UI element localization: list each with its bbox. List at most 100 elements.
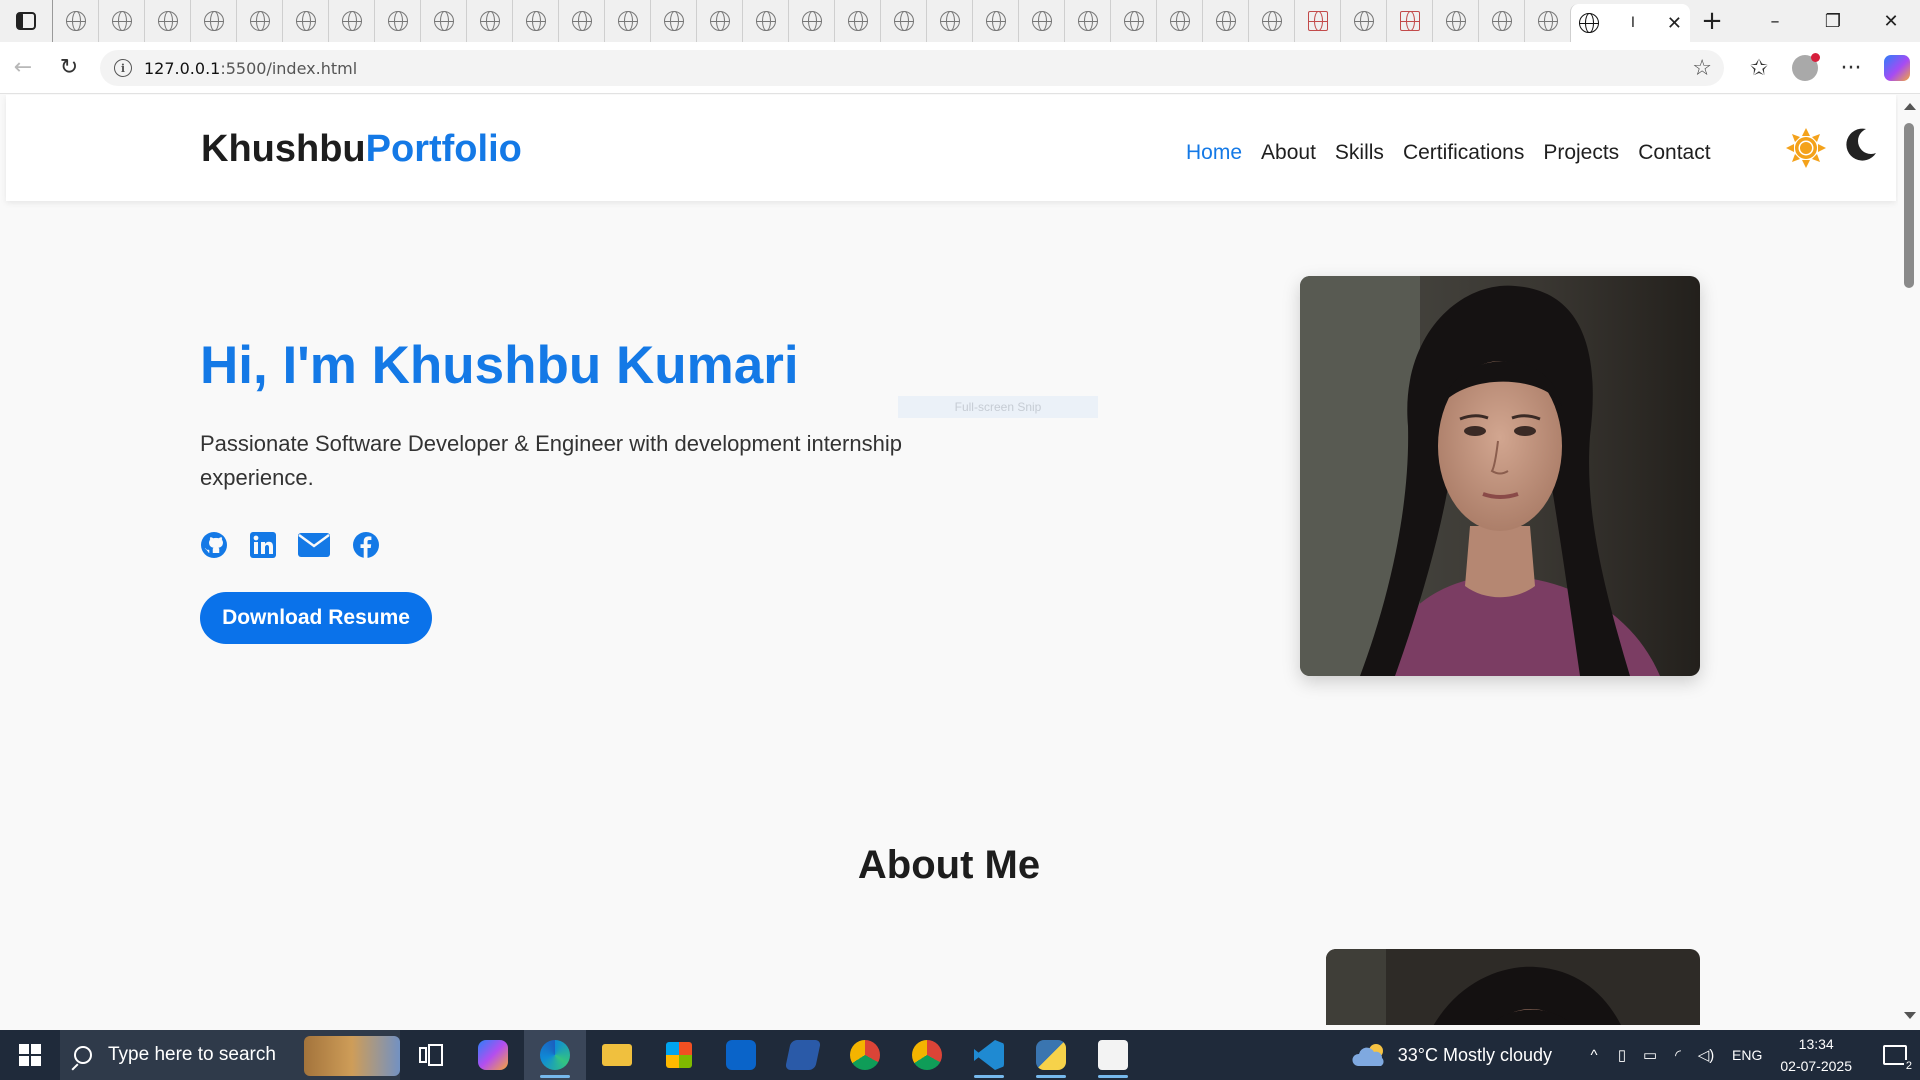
linkedin-icon[interactable] [250, 532, 276, 558]
outlook-icon [726, 1040, 756, 1070]
wifi-icon[interactable]: ◜ [1664, 1030, 1692, 1080]
java-button[interactable] [1082, 1030, 1144, 1080]
nav-link-projects[interactable]: Projects [1543, 141, 1619, 165]
browser-tab[interactable] [98, 0, 144, 42]
browser-tab[interactable] [696, 0, 742, 42]
browser-tab[interactable] [1294, 0, 1340, 42]
email-icon[interactable] [298, 533, 330, 557]
nav-link-certifications[interactable]: Certifications [1403, 141, 1524, 165]
new-tab-button[interactable]: + [1690, 0, 1734, 42]
maximize-button[interactable]: ❐ [1804, 0, 1862, 42]
browser-tab[interactable] [420, 0, 466, 42]
chrome-profile-button[interactable] [896, 1030, 958, 1080]
nav-link-about[interactable]: About [1261, 141, 1316, 165]
battery-icon[interactable]: ▭ [1636, 1030, 1664, 1080]
hero-description: Passionate Software Developer & Engineer… [200, 431, 902, 490]
taskbar-search[interactable]: Type here to search [60, 1030, 400, 1080]
weather-widget[interactable]: 33°C Mostly cloudy [1352, 1042, 1552, 1068]
browser-tab[interactable] [926, 0, 972, 42]
tab-actions-button[interactable] [0, 0, 52, 42]
browser-tab[interactable] [604, 0, 650, 42]
browser-tab[interactable] [1432, 0, 1478, 42]
browser-tab[interactable] [742, 0, 788, 42]
browser-tab[interactable] [880, 0, 926, 42]
task-view-button[interactable] [400, 1030, 462, 1080]
facebook-icon[interactable] [352, 531, 380, 559]
browser-tab[interactable] [1386, 0, 1432, 42]
scroll-up-arrow[interactable] [1904, 103, 1916, 110]
browser-tab[interactable] [512, 0, 558, 42]
close-tab-icon[interactable]: ✕ [1667, 13, 1682, 34]
file-explorer-button[interactable] [586, 1030, 648, 1080]
copilot-button[interactable] [1874, 45, 1920, 91]
browser-tab[interactable] [1202, 0, 1248, 42]
chrome-button[interactable] [834, 1030, 896, 1080]
github-icon[interactable] [200, 531, 228, 559]
globe-icon [847, 11, 868, 31]
browser-tab[interactable] [144, 0, 190, 42]
browser-tab[interactable] [1064, 0, 1110, 42]
show-hidden-icons-button[interactable]: ^ [1580, 1030, 1608, 1080]
copilot-taskbar-button[interactable] [462, 1030, 524, 1080]
vscode-button[interactable] [958, 1030, 1020, 1080]
url-host: 127.0.0.1 [144, 58, 221, 78]
browser-tab[interactable] [1156, 0, 1202, 42]
browser-tab[interactable] [558, 0, 604, 42]
browser-tab[interactable] [52, 0, 98, 42]
browser-tab[interactable] [282, 0, 328, 42]
python-button[interactable] [1020, 1030, 1082, 1080]
minimize-button[interactable]: – [1746, 0, 1804, 42]
site-info-icon[interactable]: i [114, 59, 132, 77]
browser-tab[interactable] [466, 0, 512, 42]
volume-icon[interactable]: ◁) [1692, 1030, 1720, 1080]
browser-tab[interactable] [788, 0, 834, 42]
clock[interactable]: 13:34 02-07-2025 [1780, 1033, 1852, 1077]
globe-icon [1123, 11, 1144, 31]
site-logo[interactable]: KhushbuPortfolio [201, 128, 522, 171]
profile-button[interactable] [1782, 45, 1828, 91]
scroll-down-arrow[interactable] [1904, 1012, 1916, 1019]
active-browser-tab[interactable]: I ✕ [1570, 4, 1690, 42]
browser-tab[interactable] [1110, 0, 1156, 42]
close-window-button[interactable]: ✕ [1862, 0, 1920, 42]
language-indicator[interactable]: ENG [1732, 1047, 1762, 1063]
download-resume-button[interactable]: Download Resume [200, 592, 432, 644]
profile-photo [1300, 276, 1700, 676]
address-bar[interactable]: i 127.0.0.1:5500/index.html ☆ [100, 50, 1724, 86]
browser-tab[interactable] [328, 0, 374, 42]
reload-button[interactable]: ↻ [46, 45, 92, 91]
browser-tab[interactable] [374, 0, 420, 42]
device-icon[interactable]: ▯ [1608, 1030, 1636, 1080]
favorite-star-icon[interactable]: ☆ [1692, 56, 1712, 81]
notification-center-button[interactable]: 2 [1870, 1030, 1920, 1080]
url-path: :5500/index.html [220, 58, 358, 78]
page-scrollbar[interactable] [1898, 95, 1920, 1025]
globe-icon [1353, 11, 1374, 31]
scroll-thumb[interactable] [1904, 123, 1914, 288]
browser-tab[interactable] [972, 0, 1018, 42]
globe-icon [1077, 11, 1098, 31]
moon-icon[interactable] [1844, 127, 1878, 161]
edge-taskbar-button[interactable] [524, 1030, 586, 1080]
browser-tab[interactable] [1478, 0, 1524, 42]
browser-tab[interactable] [1018, 0, 1064, 42]
store-button[interactable] [648, 1030, 710, 1080]
powershell-button[interactable] [772, 1030, 834, 1080]
nav-link-home[interactable]: Home [1186, 141, 1242, 165]
browser-tab[interactable] [1340, 0, 1386, 42]
nav-link-skills[interactable]: Skills [1335, 141, 1384, 165]
browser-tab[interactable] [834, 0, 880, 42]
back-button[interactable]: ← [0, 45, 46, 91]
sun-icon[interactable] [1786, 128, 1826, 168]
nav-link-contact[interactable]: Contact [1638, 141, 1710, 165]
more-menu-button[interactable]: ··· [1828, 45, 1874, 91]
browser-tab[interactable] [236, 0, 282, 42]
browser-tab[interactable] [650, 0, 696, 42]
browser-tab[interactable] [1524, 0, 1570, 42]
browser-tab[interactable] [190, 0, 236, 42]
favorites-button[interactable]: ✩ [1736, 45, 1782, 91]
outlook-button[interactable] [710, 1030, 772, 1080]
globe-icon [1215, 11, 1236, 31]
start-button[interactable] [0, 1030, 60, 1080]
browser-tab[interactable] [1248, 0, 1294, 42]
